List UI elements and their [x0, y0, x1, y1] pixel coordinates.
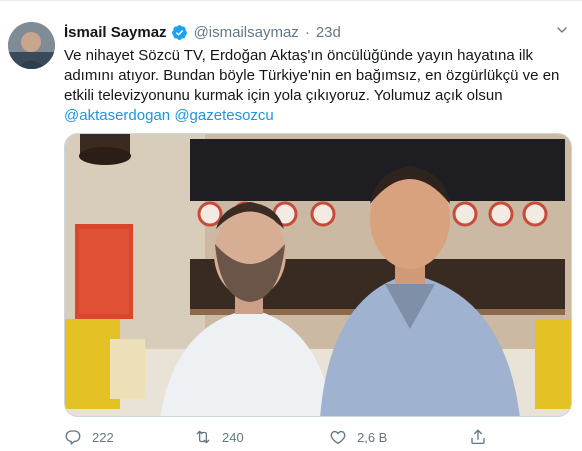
like-button[interactable]: 2,6 B	[329, 428, 387, 446]
reply-button[interactable]: 222	[64, 428, 114, 446]
verified-badge-icon	[171, 24, 187, 40]
retweet-icon	[196, 430, 210, 444]
avatar[interactable]	[8, 22, 55, 69]
timestamp[interactable]: 23d	[316, 24, 341, 41]
tweet-header: İsmail Saymaz @ismailsaymaz · 23d	[64, 22, 570, 42]
like-count: 2,6 B	[357, 429, 388, 445]
handle[interactable]: @ismailsaymaz	[194, 24, 299, 41]
retweet-count: 240	[222, 429, 244, 445]
mention-link[interactable]: @aktaserdogan	[64, 107, 170, 124]
reply-count: 222	[92, 429, 114, 445]
tweet[interactable]: İsmail Saymaz @ismailsaymaz · 23d Ve nih…	[64, 22, 570, 126]
heart-icon	[330, 430, 346, 445]
separator-dot: ·	[304, 23, 310, 41]
reply-icon	[65, 430, 81, 445]
tweet-photo[interactable]	[64, 133, 572, 417]
share-button[interactable]	[469, 428, 487, 446]
retweet-button[interactable]: 240	[194, 428, 244, 446]
tweet-actions: 222 240 2,6 B	[64, 428, 534, 448]
tweet-text: Ve nihayet Sözcü TV, Erdoğan Aktaş'ın ön…	[64, 46, 570, 126]
photo-image	[65, 134, 571, 416]
display-name[interactable]: İsmail Saymaz	[64, 24, 167, 41]
share-icon	[471, 429, 485, 445]
mention-link[interactable]: @gazetesozcu	[174, 107, 273, 124]
chevron-down-icon[interactable]	[554, 22, 570, 38]
avatar-image	[8, 22, 55, 69]
top-divider	[0, 0, 582, 1]
tweet-body: Ve nihayet Sözcü TV, Erdoğan Aktaş'ın ön…	[64, 47, 560, 104]
